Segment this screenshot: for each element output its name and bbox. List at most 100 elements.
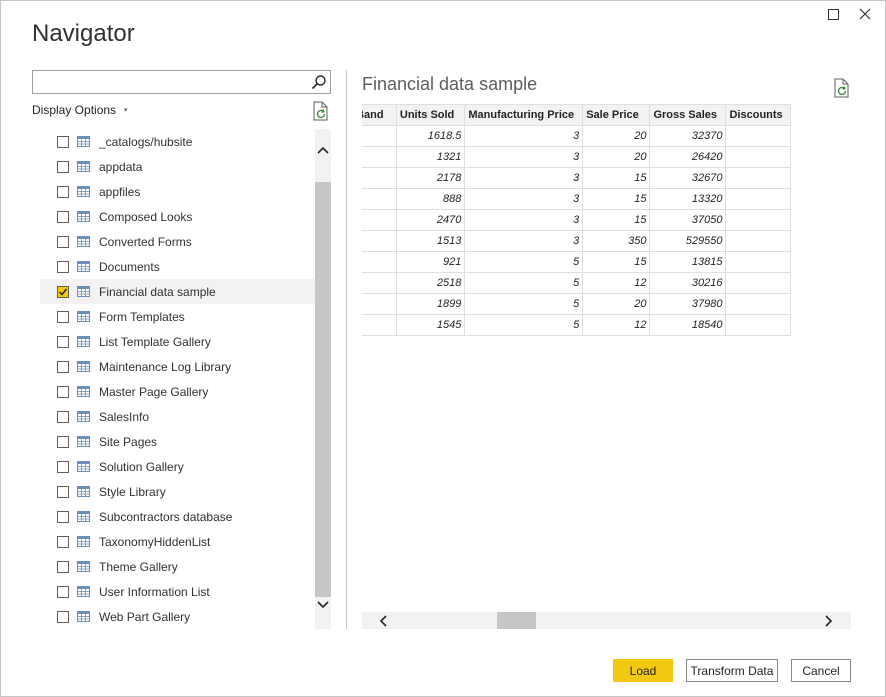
load-button[interactable]: Load — [613, 659, 673, 682]
table-cell: 13320 — [649, 188, 727, 210]
table-cell: 3 — [464, 230, 584, 252]
transform-data-button[interactable]: Transform Data — [686, 659, 778, 682]
column-header[interactable]: Discounts — [725, 104, 791, 126]
table-list-item[interactable]: Documents — [40, 254, 315, 279]
search-box — [32, 70, 331, 94]
scroll-left-button[interactable] — [374, 612, 392, 629]
scroll-right-button[interactable] — [820, 612, 838, 629]
display-options-label: Display Options — [32, 103, 117, 117]
table-checkbox[interactable] — [57, 135, 69, 148]
table-checkbox[interactable] — [57, 385, 69, 398]
table-checkbox[interactable] — [57, 410, 69, 423]
table-cell: 12 — [582, 314, 651, 336]
table-row: 1513 3 350 529550 — [362, 230, 791, 252]
table-checkbox[interactable] — [57, 360, 69, 373]
table-list-item[interactable]: appdata — [40, 154, 315, 179]
horizontal-scroll-thumb[interactable] — [497, 612, 536, 629]
table-cell: 5 — [464, 272, 584, 294]
table-list-item[interactable]: Composed Looks — [40, 204, 315, 229]
table-checkbox[interactable] — [57, 335, 69, 348]
table-cell: 15 — [582, 188, 651, 210]
table-cell: 15 — [582, 251, 651, 273]
preview-title: Financial data sample — [362, 74, 538, 94]
display-options-dropdown[interactable]: Display Options ▾ — [32, 103, 128, 117]
table-icon — [77, 511, 90, 522]
table-list-item[interactable]: Subcontractors database — [40, 504, 315, 529]
table-list-item[interactable]: User Information List — [40, 579, 315, 604]
table-checkbox[interactable] — [57, 210, 69, 223]
scroll-up-button[interactable] — [316, 141, 330, 159]
column-header[interactable]: Discount Band — [362, 104, 397, 126]
table-list-item-label: appdata — [99, 159, 143, 174]
table-list-item[interactable]: Theme Gallery — [40, 554, 315, 579]
column-header[interactable]: Gross Sales — [649, 104, 727, 126]
table-list-item[interactable]: _catalogs/hubsite — [40, 129, 315, 154]
table-cell — [362, 314, 397, 336]
table-list-item[interactable]: TaxonomyHiddenList — [40, 529, 315, 554]
search-input[interactable] — [33, 71, 303, 93]
maximize-button[interactable] — [821, 5, 845, 23]
chevron-right-icon — [825, 614, 833, 627]
table-list-item[interactable]: Financial data sample — [40, 279, 315, 304]
table-checkbox[interactable] — [57, 260, 69, 273]
vertical-scroll-thumb[interactable] — [315, 182, 331, 597]
table-list-item[interactable]: Site Pages — [40, 429, 315, 454]
table-checkbox[interactable] — [57, 560, 69, 573]
close-button[interactable] — [853, 5, 877, 23]
table-checkbox[interactable] — [57, 585, 69, 598]
scroll-down-button[interactable] — [316, 596, 330, 614]
table-cell: 37050 — [649, 209, 727, 231]
search-icon[interactable] — [311, 74, 327, 90]
pane-divider — [346, 70, 347, 629]
table-list-item[interactable]: Solution Gallery — [40, 454, 315, 479]
table-cell: 529550 — [649, 230, 727, 252]
table-checkbox[interactable] — [57, 160, 69, 173]
table-list-item[interactable]: List Template Gallery — [40, 329, 315, 354]
table-list-item[interactable]: appfiles — [40, 179, 315, 204]
table-list-item[interactable]: Converted Forms — [40, 229, 315, 254]
column-header[interactable]: Sale Price — [582, 104, 651, 126]
table-cell: 15 — [582, 209, 651, 231]
table-list-item[interactable]: SalesInfo — [40, 404, 315, 429]
table-list-item[interactable]: Web Part Gallery — [40, 604, 315, 629]
table-list-item[interactable]: Maintenance Log Library — [40, 354, 315, 379]
table-cell — [362, 251, 397, 273]
table-checkbox[interactable] — [57, 185, 69, 198]
table-cell — [362, 125, 397, 147]
table-checkbox[interactable] — [57, 460, 69, 473]
table-cell: 13815 — [649, 251, 727, 273]
table-cell: 1899 — [395, 293, 466, 315]
table-cell — [362, 272, 397, 294]
table-icon — [77, 561, 90, 572]
table-list-item-label: List Template Gallery — [99, 334, 211, 349]
table-checkbox[interactable] — [57, 435, 69, 448]
table-checkbox[interactable] — [57, 310, 69, 323]
table-icon — [77, 361, 90, 372]
vertical-scrollbar[interactable] — [315, 129, 331, 629]
table-checkbox[interactable] — [57, 535, 69, 548]
table-list-item[interactable]: Master Page Gallery — [40, 379, 315, 404]
table-cell: 1618.5 — [395, 125, 466, 147]
table-checkbox[interactable] — [57, 285, 69, 298]
refresh-preview-icon[interactable] — [833, 78, 851, 98]
table-cell — [362, 188, 397, 210]
table-cell — [725, 272, 791, 294]
table-list-item[interactable]: Style Library — [40, 479, 315, 504]
table-checkbox[interactable] — [57, 610, 69, 623]
horizontal-scrollbar[interactable] — [362, 612, 851, 629]
table-checkbox[interactable] — [57, 510, 69, 523]
column-header[interactable]: Units Sold — [395, 104, 466, 126]
table-list-item[interactable]: Form Templates — [40, 304, 315, 329]
cancel-button[interactable]: Cancel — [791, 659, 851, 682]
table-cell — [725, 146, 791, 168]
table-cell: 32670 — [649, 167, 727, 189]
table-icon — [77, 136, 90, 147]
table-checkbox[interactable] — [57, 485, 69, 498]
table-checkbox[interactable] — [57, 235, 69, 248]
column-header[interactable]: Manufacturing Price — [464, 104, 584, 126]
table-cell — [725, 188, 791, 210]
checkmark-icon — [58, 288, 68, 296]
table-cell: 1513 — [395, 230, 466, 252]
table-cell: 12 — [582, 272, 651, 294]
refresh-icon[interactable] — [312, 101, 330, 121]
